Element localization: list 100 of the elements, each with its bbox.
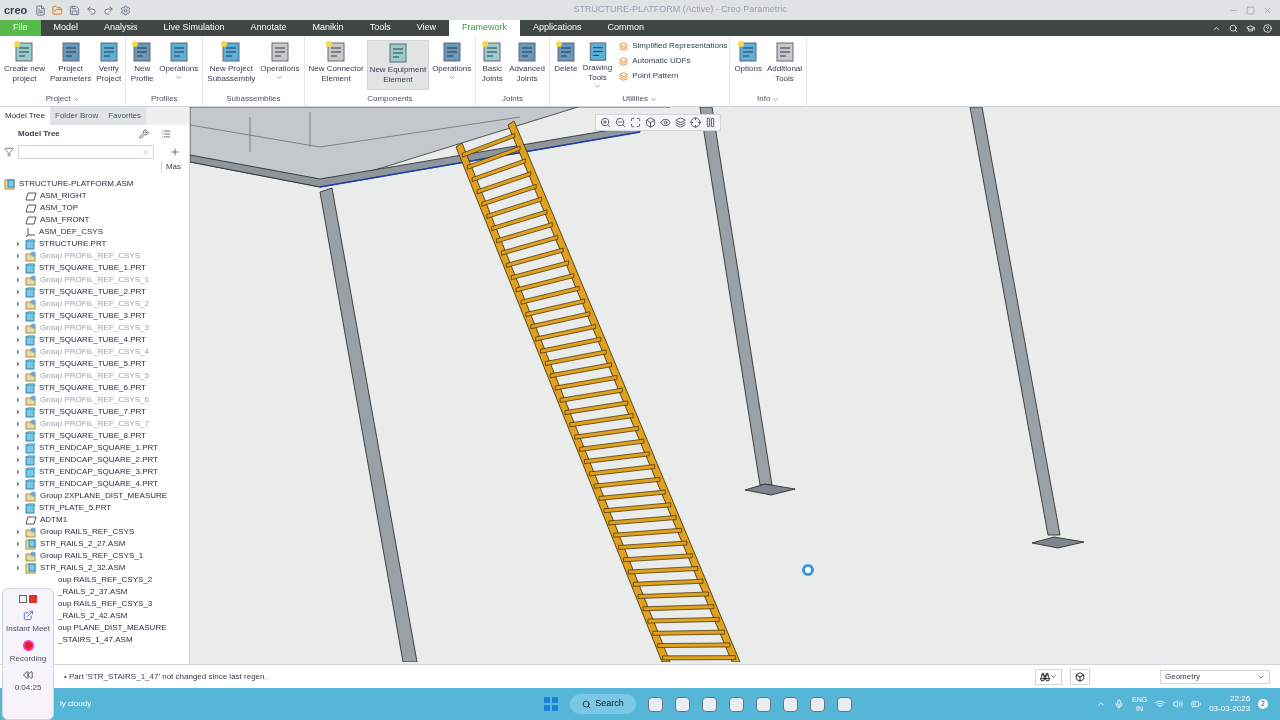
ribbon-button[interactable]: New Equipment Element (366, 40, 430, 90)
ribbon-button[interactable]: New Project Subassembly (205, 40, 258, 90)
taskbar-search[interactable]: Search (570, 694, 636, 714)
ribbon-button[interactable]: Options (732, 40, 764, 90)
view-tool-icon[interactable] (675, 117, 686, 128)
ribbon-tab[interactable]: Annotate (237, 20, 300, 36)
group-label[interactable]: Info (732, 92, 805, 106)
ribbon-button[interactable]: Drawing Tools (580, 40, 615, 90)
tree-item[interactable]: STR_SQUARE_TUBE_2.PRT (39, 286, 146, 298)
redo-icon[interactable] (103, 4, 115, 16)
view-tool-icon[interactable] (705, 117, 716, 128)
tree-item[interactable]: STR_SQUARE_TUBE_8.PRT (39, 430, 146, 442)
ribbon-tab[interactable]: Framework (449, 20, 520, 36)
taskbar-app-icon[interactable] (674, 696, 690, 712)
help-icon[interactable] (1263, 24, 1272, 33)
tree-item[interactable]: oup RAILS_REF_CSYS_3 (58, 598, 153, 610)
group-label[interactable]: Utilities (551, 92, 728, 106)
tree-item[interactable]: STR_RAILS_2_27.ASM (40, 538, 126, 550)
ribbon-button[interactable]: Additional Tools (764, 40, 805, 90)
rewind-icon[interactable] (23, 670, 33, 680)
tree-item[interactable]: ASM_FRONT (40, 214, 90, 226)
view-tool-icon[interactable] (615, 117, 626, 128)
ribbon-tab[interactable]: Applications (520, 20, 595, 36)
tree-item[interactable]: STR_ENDCAP_SQUARE_1.PRT (39, 442, 158, 454)
start-icon[interactable] (544, 697, 559, 711)
view-tool-icon[interactable] (630, 117, 641, 128)
ribbon-small-button[interactable]: Automatic UDFs (619, 55, 728, 67)
new-file-icon[interactable] (35, 4, 47, 16)
collapse-icon[interactable] (1212, 24, 1221, 33)
tree-item[interactable]: ADTM1 (40, 514, 68, 526)
ribbon-button[interactable]: New Connector Element (306, 40, 366, 90)
taskbar-app-icon[interactable] (647, 696, 663, 712)
ribbon-button[interactable]: Delete (551, 40, 580, 90)
panel-tab[interactable]: Folder Brow (50, 107, 104, 125)
taskbar-app-icon[interactable] (728, 696, 744, 712)
ribbon-tab[interactable]: Analysis (91, 20, 151, 36)
ribbon-tab[interactable]: Common (594, 20, 658, 36)
view-tool-icon[interactable] (690, 117, 701, 128)
tree-item[interactable]: Group 2XPLANE_DIST_MEASURE (40, 490, 168, 502)
tree-item[interactable]: oup PLANE_DIST_MEASURE (58, 622, 167, 634)
group-label[interactable]: Components (306, 92, 474, 106)
ribbon-tab[interactable]: Manikin (299, 20, 357, 36)
tree-item[interactable]: STR_SQUARE_TUBE_7.PRT (39, 406, 146, 418)
recording-label[interactable]: Recording (9, 654, 47, 663)
search-field[interactable] (18, 145, 154, 159)
taskbar-app-icon[interactable] (809, 696, 825, 712)
taskbar-app-icon[interactable] (782, 696, 798, 712)
box-button[interactable] (1070, 668, 1090, 685)
group-label[interactable]: Project (2, 92, 124, 106)
ribbon-button[interactable]: Create new project (2, 40, 47, 90)
ribbon-tab[interactable]: Model (40, 20, 92, 36)
tree-item[interactable]: ASM_RIGHT (40, 190, 87, 202)
ribbon-button[interactable]: Advanced Joints (507, 40, 547, 90)
record-icon[interactable] (22, 640, 34, 651)
tree-item[interactable]: Group RAILS_REF_CSYS (40, 526, 135, 538)
widget-controls-icon[interactable] (19, 595, 37, 603)
group-label[interactable]: Subassemblies (205, 92, 302, 106)
tree-item[interactable]: STR_SQUARE_TUBE_4.PRT (39, 334, 146, 346)
panel-tab[interactable]: Favorites (103, 107, 147, 125)
group-label[interactable]: Joints (478, 92, 547, 106)
tree-item[interactable]: STR_ENDCAP_SQUARE_3.PRT (39, 466, 158, 478)
view-tool-icon[interactable] (645, 117, 656, 128)
tree-item[interactable]: STR_SQUARE_TUBE_3.PRT (39, 310, 146, 322)
find-button[interactable] (1035, 668, 1062, 685)
tree-item[interactable]: STR_RAILS_2_32.ASM (40, 562, 126, 574)
save-icon[interactable] (69, 4, 81, 16)
ribbon-button[interactable]: Verify Project (94, 40, 124, 90)
view-tool-icon[interactable] (600, 117, 611, 128)
tree-item[interactable]: oup RAILS_REF_CSYS_2 (58, 574, 153, 586)
ribbon-small-button[interactable]: Simplified Representations (619, 40, 728, 52)
ribbon-button[interactable]: Operations (258, 40, 302, 90)
tree-item[interactable]: _RAILS_2_42.ASM (58, 610, 128, 622)
column-header[interactable]: Mas (160, 161, 181, 173)
tree-item[interactable]: STRUCTURE.PRT (39, 238, 107, 250)
panel-tab[interactable]: Model Tree (0, 107, 51, 125)
ribbon-tab[interactable]: View (403, 20, 449, 36)
taskbar-app-icon[interactable] (836, 696, 852, 712)
learning-icon[interactable] (1246, 24, 1255, 33)
ribbon-tab[interactable]: Tools (356, 20, 404, 36)
tree-item[interactable]: STR_SQUARE_TUBE_6.PRT (39, 382, 146, 394)
share-icon[interactable] (22, 610, 34, 621)
taskbar-app-icon[interactable] (755, 696, 771, 712)
ribbon-button[interactable]: New Profile (128, 40, 157, 90)
ribbon-button[interactable]: Operations (157, 40, 201, 90)
tree-item[interactable]: _STAIRS_1_47.ASM (58, 634, 133, 646)
tree-item[interactable]: STR_PLATE_5.PRT (39, 502, 112, 514)
tree-item[interactable]: STR_SQUARE_TUBE_5.PRT (39, 358, 146, 370)
undo-icon[interactable] (86, 4, 98, 16)
tree-item[interactable]: STR_SQUARE_TUBE_1.PRT (39, 262, 146, 274)
tree-item[interactable]: Group RAILS_REF_CSYS_1 (40, 550, 144, 562)
tree-item[interactable]: STR_ENDCAP_SQUARE_4.PRT (39, 478, 158, 490)
filter-icon[interactable] (4, 147, 14, 157)
taskbar-app-icon[interactable] (701, 696, 717, 712)
instant-meet-label[interactable]: Instant Meet (6, 624, 50, 633)
add-icon[interactable] (170, 147, 180, 157)
ribbon-small-button[interactable]: Point Pattern (619, 70, 728, 82)
open-folder-icon[interactable] (52, 4, 64, 16)
ribbon-button[interactable]: Project Parameters (47, 40, 94, 90)
tree-item[interactable]: STRUCTURE-PLATFORM.ASM (19, 178, 134, 190)
search-icon[interactable] (1229, 24, 1238, 33)
